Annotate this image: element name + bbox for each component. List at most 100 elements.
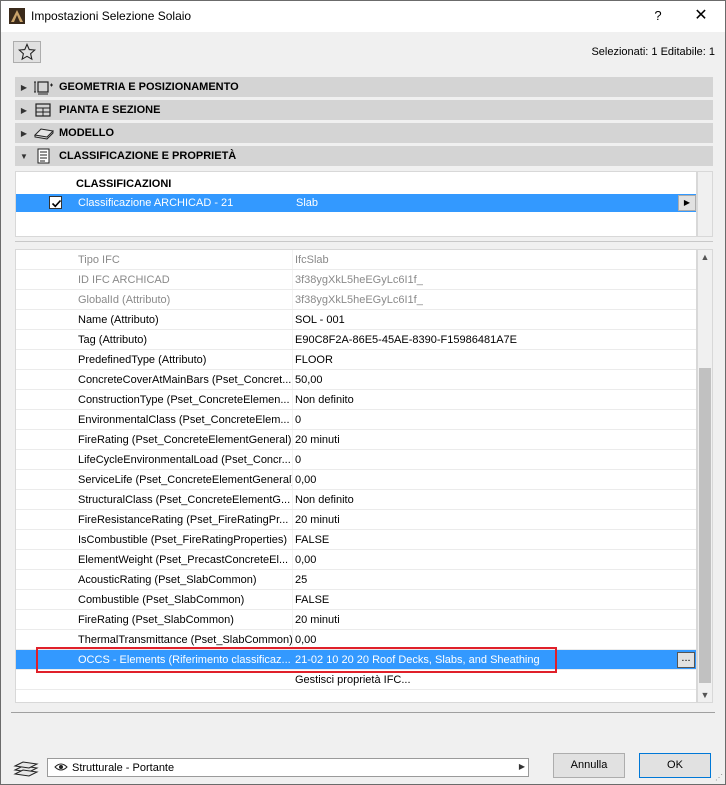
property-row[interactable]: FireRating (Pset_ConcreteElementGeneral)… [16, 430, 696, 450]
favorites-button[interactable] [13, 41, 41, 63]
property-row[interactable]: IsCombustible (Pset_FireRatingProperties… [16, 530, 696, 550]
collapsed-arrow-icon: ▶ [20, 105, 28, 115]
cancel-button[interactable]: Annulla [553, 753, 625, 778]
property-row[interactable]: Tag (Attributo) E90C8F2A-86E5-45AE-8390-… [16, 330, 696, 350]
property-value: FLOOR [295, 354, 333, 366]
property-value: 20 minuti [295, 434, 340, 446]
manage-ifc-row[interactable]: Gestisci proprietà IFC... [16, 670, 696, 690]
property-name: IsCombustible (Pset_FireRatingProperties… [78, 534, 288, 546]
property-row[interactable]: ServiceLife (Pset_ConcreteElementGeneral… [16, 470, 696, 490]
annotation-highlight-box [36, 647, 557, 673]
scrollbar-thumb[interactable] [699, 368, 711, 683]
section-classificazione[interactable]: ▼ CLASSIFICAZIONE E PROPRIETÀ [15, 146, 713, 166]
property-value: 3f38ygXkL5heEGyLc6I1f_ [295, 294, 423, 306]
property-row[interactable]: ID IFC ARCHICAD 3f38ygXkL5heEGyLc6I1f_ [16, 270, 696, 290]
property-value: E90C8F2A-86E5-45AE-8390-F15986481A7E [295, 334, 517, 346]
manage-ifc-properties-link[interactable]: Gestisci proprietà IFC... [295, 674, 411, 686]
classifications-panel: CLASSIFICAZIONI Classificazione ARCHICAD… [15, 171, 697, 237]
property-row[interactable]: Name (Attributo) SOL - 001 [16, 310, 696, 330]
properties-scrollbar[interactable]: ▲ ▼ [697, 249, 713, 703]
property-value: 0 [295, 414, 302, 426]
property-row[interactable]: ElementWeight (Pset_PrecastConcreteEl...… [16, 550, 696, 570]
resize-grip-icon[interactable]: ⋰ [715, 773, 723, 782]
scroll-down-arrow-icon[interactable]: ▼ [698, 690, 712, 700]
property-value: 20 minuti [295, 514, 340, 526]
dropdown-arrow-icon: ▶ [518, 762, 525, 771]
property-name: AcousticRating (Pset_SlabCommon) [78, 574, 257, 586]
property-row[interactable]: Combustible (Pset_SlabCommon) FALSE [16, 590, 696, 610]
property-value: 0,00 [295, 554, 317, 566]
expanded-arrow-icon: ▼ [20, 151, 28, 161]
footer-divider [11, 712, 715, 713]
property-row[interactable]: LifeCycleEnvironmentalLoad (Pset_Concr..… [16, 450, 696, 470]
classification-picker-button[interactable]: ▶ [678, 195, 696, 211]
property-name: ElementWeight (Pset_PrecastConcreteEl... [78, 554, 289, 566]
classifications-scrollbar[interactable] [697, 171, 713, 237]
model-icon [33, 128, 55, 140]
property-value: FALSE [295, 594, 330, 606]
layer-dropdown[interactable]: Strutturale - Portante ▶ [47, 758, 529, 777]
property-name: Name (Attributo) [78, 314, 159, 326]
selection-info: Selezionati: 1 Editabile: 1 [591, 46, 715, 58]
document-list-icon [37, 148, 50, 164]
scroll-up-arrow-icon[interactable]: ▲ [698, 252, 712, 262]
ok-button[interactable]: OK [639, 753, 711, 778]
property-value: 0,00 [295, 634, 317, 646]
property-row[interactable]: GlobalId (Attributo) 3f38ygXkL5heEGyLc6I… [16, 290, 696, 310]
layer-name: Strutturale - Portante [72, 762, 175, 774]
section-modello[interactable]: ▶ MODELLO [15, 123, 713, 143]
section-label: CLASSIFICAZIONE E PROPRIETÀ [59, 150, 237, 162]
property-row[interactable]: ConcreteCoverAtMainBars (Pset_Concret...… [16, 370, 696, 390]
collapsed-arrow-icon: ▶ [20, 128, 28, 138]
divider [15, 241, 713, 242]
property-value: 20 minuti [295, 614, 340, 626]
property-row[interactable]: AcousticRating (Pset_SlabCommon) 25 [16, 570, 696, 590]
property-name: Tag (Attributo) [78, 334, 148, 346]
property-value: 0,00 [295, 474, 317, 486]
window-title: Impostazioni Selezione Solaio [31, 9, 192, 23]
property-row[interactable]: ConstructionType (Pset_ConcreteElemen...… [16, 390, 696, 410]
property-name: ThermalTransmittance (Pset_SlabCommon) [78, 634, 292, 646]
star-icon [18, 43, 36, 61]
property-value: 50,00 [295, 374, 323, 386]
more-options-button[interactable]: ... [677, 652, 695, 668]
property-row[interactable]: EnvironmentalClass (Pset_ConcreteElem...… [16, 410, 696, 430]
property-row[interactable]: StructuralClass (Pset_ConcreteElementG..… [16, 490, 696, 510]
property-name: StructuralClass (Pset_ConcreteElementG..… [78, 494, 291, 506]
property-name: Combustible (Pset_SlabCommon) [78, 594, 245, 606]
properties-table: Tipo IFC IfcSlab ID IFC ARCHICAD 3f38ygX… [15, 249, 697, 703]
property-name: ID IFC ARCHICAD [78, 274, 170, 286]
section-pianta[interactable]: ▶ PIANTA E SEZIONE [15, 100, 713, 120]
close-button[interactable]: ✕ [689, 6, 713, 26]
property-name: FireResistanceRating (Pset_FireRatingPr.… [78, 514, 289, 526]
property-value: 3f38ygXkL5heEGyLc6I1f_ [295, 274, 423, 286]
property-value: 0 [295, 454, 302, 466]
property-name: Tipo IFC [78, 254, 120, 266]
classifications-heading: CLASSIFICAZIONI [76, 178, 172, 190]
layers-icon [13, 761, 39, 777]
archicad-app-icon [9, 8, 25, 24]
property-name: FireRating (Pset_SlabCommon) [78, 614, 234, 626]
property-value: 25 [295, 574, 308, 586]
property-value: IfcSlab [295, 254, 329, 266]
property-row[interactable]: FireRating (Pset_SlabCommon) 20 minuti [16, 610, 696, 630]
property-value: SOL - 001 [295, 314, 345, 326]
help-button[interactable]: ? [647, 6, 669, 26]
classification-value: Slab [296, 197, 319, 209]
property-row[interactable]: FireResistanceRating (Pset_FireRatingPr.… [16, 510, 696, 530]
floor-plan-section-icon [35, 103, 51, 117]
title-bar: Impostazioni Selezione Solaio ? ✕ [1, 1, 725, 32]
property-name: ConcreteCoverAtMainBars (Pset_Concret... [78, 374, 292, 386]
property-name: PredefinedType (Attributo) [78, 354, 207, 366]
classification-checkbox[interactable] [49, 196, 62, 209]
property-row[interactable]: Tipo IFC IfcSlab [16, 250, 696, 270]
property-value: FALSE [295, 534, 330, 546]
section-label: MODELLO [59, 127, 114, 139]
collapsed-arrow-icon: ▶ [20, 82, 28, 92]
classification-row[interactable]: Classificazione ARCHICAD - 21 Slab ▶ [16, 194, 696, 212]
property-row[interactable]: PredefinedType (Attributo) FLOOR [16, 350, 696, 370]
section-geometria[interactable]: ▶ GEOMETRIA E POSIZIONAMENTO [15, 77, 713, 97]
checkmark-icon [51, 199, 62, 208]
dialog-window: Impostazioni Selezione Solaio ? ✕ Selezi… [0, 0, 726, 785]
eye-icon [54, 763, 68, 771]
